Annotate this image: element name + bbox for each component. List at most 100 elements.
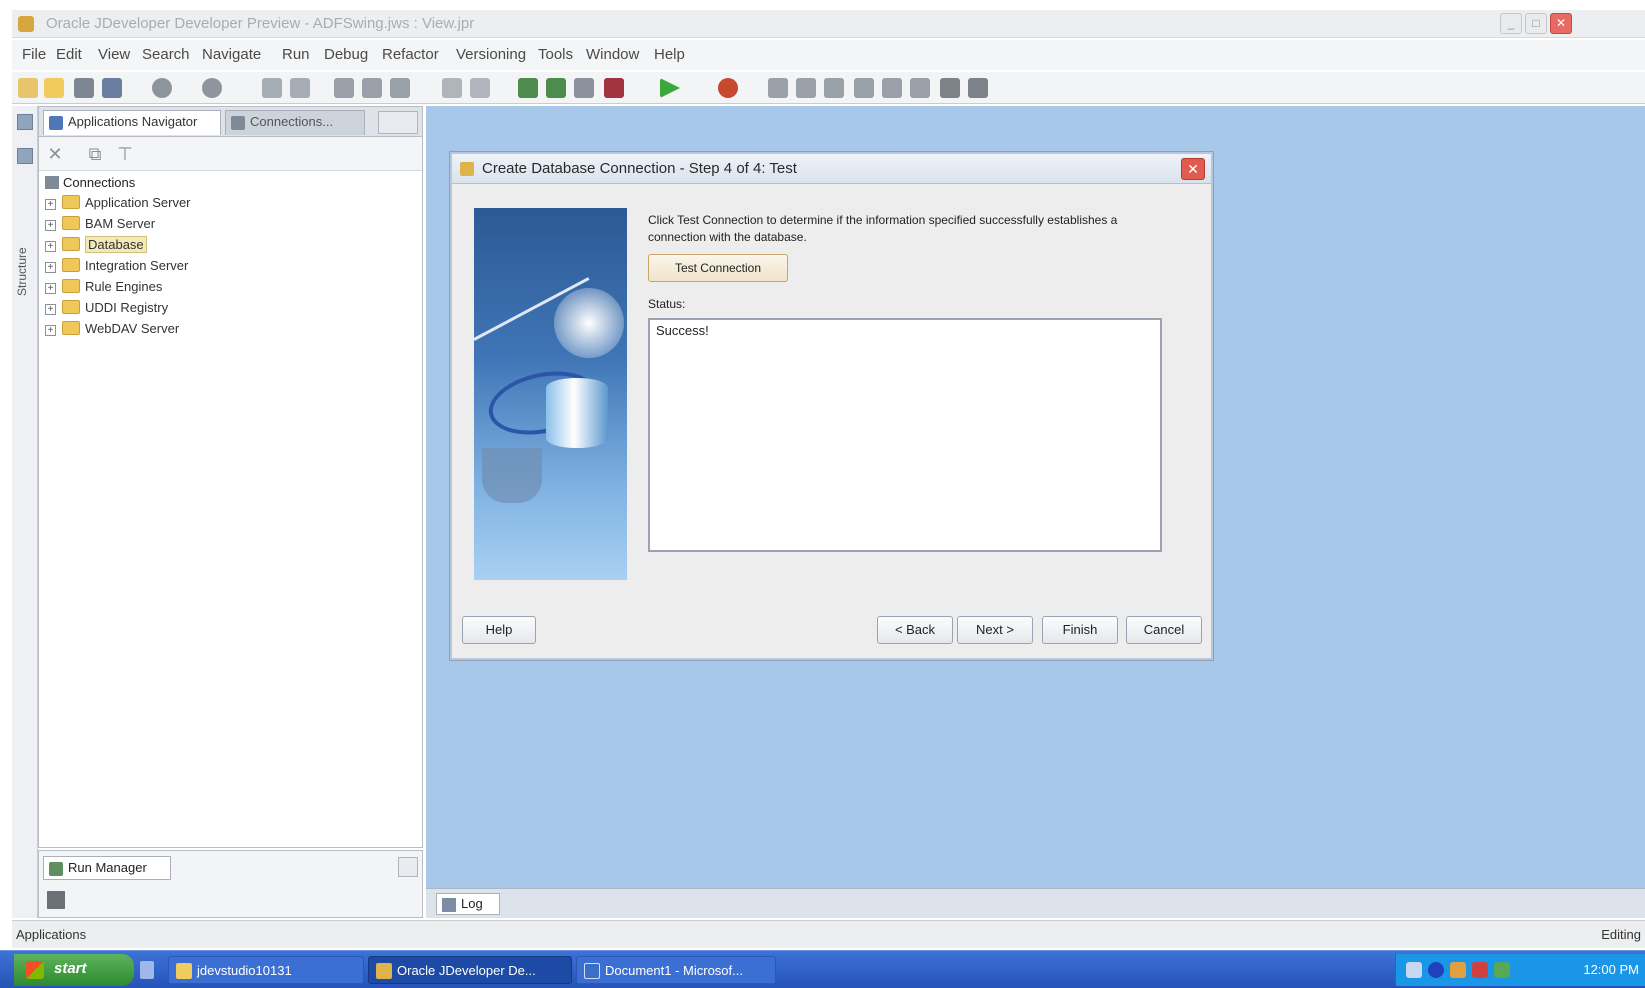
messenger-icon[interactable]	[1494, 962, 1510, 978]
network-icon[interactable]	[1406, 962, 1422, 978]
terminate-icon[interactable]	[910, 78, 930, 98]
tab-log[interactable]: Log	[436, 893, 500, 915]
tree-item-rule-engines[interactable]: + Rule Engines	[45, 279, 162, 299]
menu-view[interactable]: View	[98, 46, 130, 63]
deploy-icon[interactable]	[518, 78, 538, 98]
run-icon[interactable]	[660, 78, 680, 98]
paste-icon[interactable]	[390, 78, 410, 98]
build-icon[interactable]	[546, 78, 566, 98]
taskbar-item-jdeveloper[interactable]: Oracle JDeveloper De...	[368, 956, 572, 984]
status-right-text: Editing	[1601, 927, 1641, 942]
refresh-icon[interactable]: ⧉	[85, 144, 105, 164]
expand-icon[interactable]: +	[45, 262, 56, 273]
menu-window[interactable]: Window	[586, 46, 639, 63]
start-button[interactable]: start	[14, 954, 134, 986]
save-icon[interactable]	[74, 78, 94, 98]
copy-icon[interactable]	[362, 78, 382, 98]
tree-item-bam-server[interactable]: + BAM Server	[45, 216, 155, 236]
tree-item-label: Application Server	[85, 195, 191, 210]
taskbar-item-folder[interactable]: jdevstudio10131	[168, 956, 364, 984]
redo-icon[interactable]	[290, 78, 310, 98]
pause-icon[interactable]	[882, 78, 902, 98]
edit-icon[interactable]	[442, 78, 462, 98]
tab-connections[interactable]: Connections...	[225, 110, 365, 135]
window-close-button[interactable]: ✕	[1550, 13, 1572, 34]
quick-launch-icon[interactable]	[140, 961, 154, 979]
jdeveloper-app-icon	[18, 16, 34, 32]
expand-icon[interactable]: +	[45, 199, 56, 210]
applications-navigator-panel: Applications Navigator Connections... ✕ …	[38, 106, 423, 848]
tree-item-webdav-server[interactable]: + WebDAV Server	[45, 321, 179, 341]
undo-icon[interactable]	[262, 78, 282, 98]
open-folder-icon[interactable]	[44, 78, 64, 98]
menu-edit[interactable]: Edit	[56, 46, 82, 63]
back-button[interactable]: < Back	[877, 616, 953, 644]
maximize-button[interactable]: □	[1525, 13, 1547, 34]
menu-versioning[interactable]: Versioning	[456, 46, 526, 63]
expand-icon[interactable]: +	[45, 283, 56, 294]
tree-root[interactable]: Connections	[45, 175, 135, 190]
back-icon[interactable]	[152, 78, 172, 98]
expand-icon[interactable]: +	[45, 241, 56, 252]
rebuild-icon[interactable]	[574, 78, 594, 98]
next-button[interactable]: Next >	[957, 616, 1033, 644]
menu-search[interactable]: Search	[142, 46, 190, 63]
run-manager-minimize-button[interactable]	[398, 857, 418, 877]
delete-icon[interactable]: ✕	[45, 144, 65, 164]
dialog-close-button[interactable]: ✕	[1181, 158, 1205, 180]
tab-applications-navigator[interactable]: Applications Navigator	[43, 110, 221, 135]
tree-item-uddi-registry[interactable]: + UDDI Registry	[45, 300, 168, 320]
debug-icon[interactable]	[718, 78, 738, 98]
create-database-connection-dialog: Create Database Connection - Step 4 of 4…	[450, 152, 1213, 660]
cancel-button[interactable]: Cancel	[1126, 616, 1202, 644]
expand-icon[interactable]: +	[45, 325, 56, 336]
format-icon[interactable]	[470, 78, 490, 98]
step-out-icon[interactable]	[824, 78, 844, 98]
navigator-minimize-button[interactable]	[378, 111, 418, 134]
volume-icon[interactable]	[1450, 962, 1466, 978]
menu-debug[interactable]: Debug	[324, 46, 368, 63]
menu-run[interactable]: Run	[282, 46, 310, 63]
taskbar-item-word[interactable]: Document1 - Microsof...	[576, 956, 776, 984]
new-icon[interactable]	[18, 78, 38, 98]
expand-icon[interactable]: +	[45, 220, 56, 231]
tree-item-label: Integration Server	[85, 258, 189, 273]
tree-item-database[interactable]: + Database	[45, 236, 147, 257]
save-all-icon[interactable]	[102, 78, 122, 98]
tree-item-application-server[interactable]: + Application Server	[45, 195, 191, 215]
forward-icon[interactable]	[202, 78, 222, 98]
windows-logo-icon	[26, 961, 44, 979]
compile-icon[interactable]	[604, 78, 624, 98]
menu-tools[interactable]: Tools	[538, 46, 573, 63]
stop-process-icon[interactable]	[47, 891, 65, 909]
garbage-icon[interactable]	[968, 78, 988, 98]
filter-icon[interactable]: ⊤	[115, 144, 135, 164]
tree-item-integration-server[interactable]: + Integration Server	[45, 258, 188, 278]
menu-refactor[interactable]: Refactor	[382, 46, 439, 63]
menu-navigate[interactable]: Navigate	[202, 46, 261, 63]
step-over-icon[interactable]	[768, 78, 788, 98]
database-cylinder-graphic	[546, 378, 608, 448]
structure-dock-label[interactable]: Structure	[15, 247, 29, 296]
finish-button[interactable]: Finish	[1042, 616, 1118, 644]
antivirus-icon[interactable]	[1472, 962, 1488, 978]
security-icon[interactable]	[1428, 962, 1444, 978]
tab-run-manager[interactable]: Run Manager	[43, 856, 171, 880]
expand-icon[interactable]: +	[45, 304, 56, 315]
folder-icon	[62, 321, 80, 335]
help-button[interactable]: Help	[462, 616, 536, 644]
tab-applications-navigator-label: Applications Navigator	[68, 114, 198, 129]
resume-icon[interactable]	[854, 78, 874, 98]
cut-icon[interactable]	[334, 78, 354, 98]
stop-icon[interactable]	[940, 78, 960, 98]
menu-file[interactable]: File	[22, 46, 46, 63]
structure-dock-icon[interactable]	[17, 148, 33, 164]
menu-help[interactable]: Help	[654, 46, 685, 63]
status-output[interactable]: Success!	[648, 318, 1162, 552]
minimize-button[interactable]: _	[1500, 13, 1522, 34]
navigator-dock-icon[interactable]	[17, 114, 33, 130]
windows-taskbar: start jdevstudio10131 Oracle JDeveloper …	[0, 950, 1645, 988]
test-connection-button[interactable]: Test Connection	[648, 254, 788, 282]
step-into-icon[interactable]	[796, 78, 816, 98]
status-left-text: Applications	[16, 927, 87, 942]
